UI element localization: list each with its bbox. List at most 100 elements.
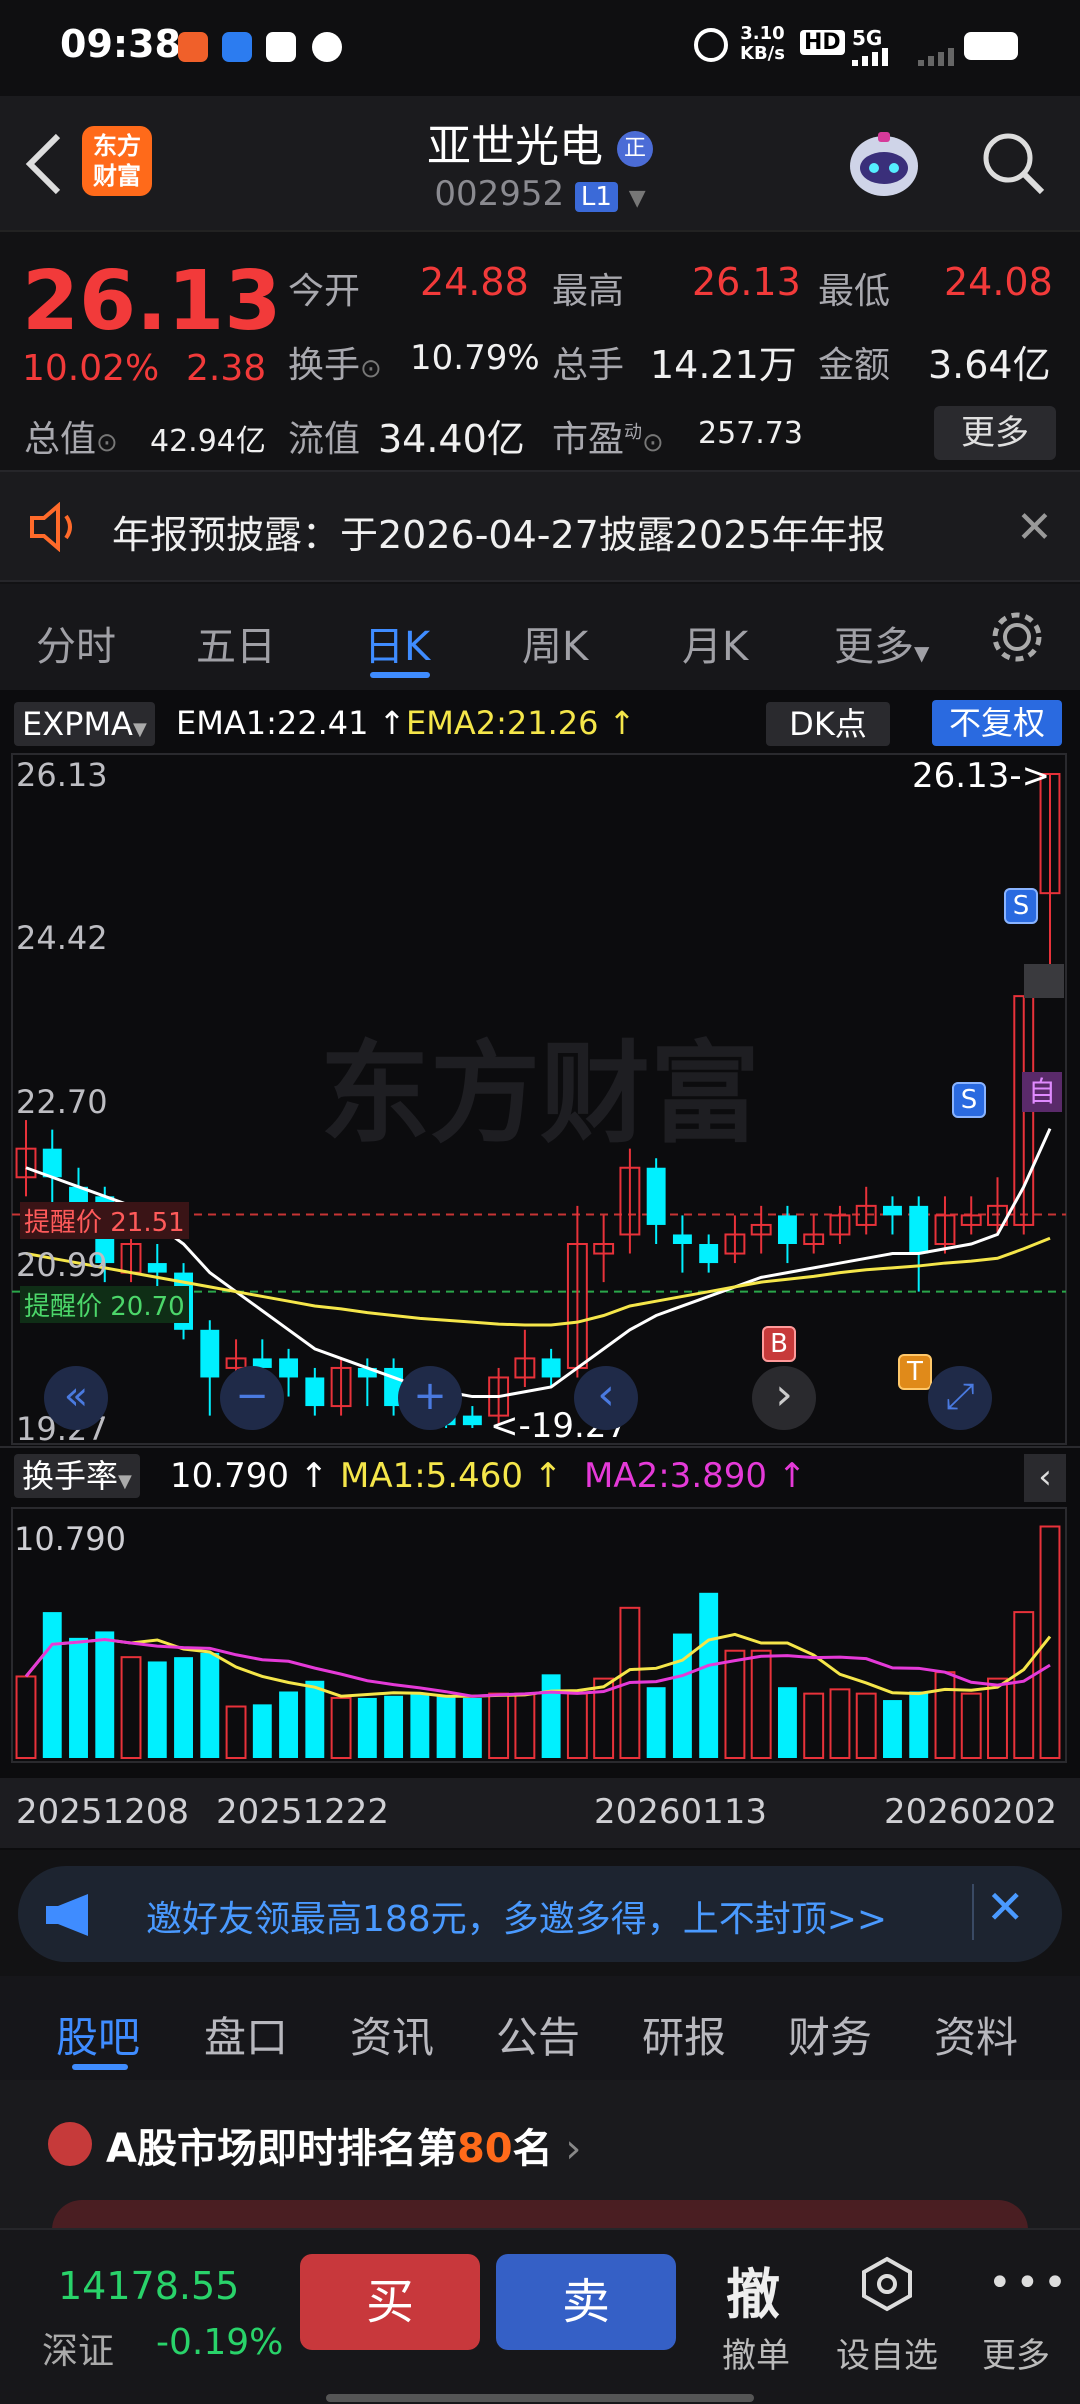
tab-intraday[interactable]: 分时 xyxy=(36,614,116,672)
turnover-bar xyxy=(987,1677,1008,1759)
index-name: 深证 xyxy=(42,2331,115,2372)
more-dots-icon[interactable]: ••• xyxy=(988,2260,1071,2306)
signal-bars-icon xyxy=(852,48,898,66)
ema2-value: EMA2:21.26 ↑ xyxy=(406,704,636,742)
invite-banner[interactable]: 邀好友领最高188元，多邀多得，上不封顶>> ✕ xyxy=(18,1866,1062,1962)
turnover-bar xyxy=(147,1661,167,1758)
candle-body xyxy=(200,1329,220,1378)
turnover-bar xyxy=(883,1700,902,1758)
zoom-in-button[interactable]: + xyxy=(398,1366,462,1430)
notice-bar[interactable]: 年报预披露：于2026-04-27披露2025年年报 ✕ xyxy=(0,470,1080,582)
turnover-bar xyxy=(69,1637,88,1758)
last-price-label: 26.13-> xyxy=(912,756,1051,796)
tab-news[interactable]: 资讯 xyxy=(350,2004,434,2065)
signal-bars-2-icon xyxy=(918,48,958,66)
volume-label: 总手 xyxy=(552,345,625,386)
collapse-panel-button[interactable]: ‹ xyxy=(1024,1454,1066,1502)
amount-value: 3.64亿 xyxy=(928,343,1051,387)
info-icon: ⊙ xyxy=(96,428,118,458)
self-select-marker[interactable]: 自 xyxy=(1022,1072,1062,1112)
alert-price-2[interactable]: 提醒价 20.70 xyxy=(20,1286,189,1323)
volume-value: 14.21万 xyxy=(650,343,797,387)
tab-daily-k[interactable]: 日K xyxy=(364,614,430,672)
cancel-order-icon[interactable]: 撤 xyxy=(726,2250,780,2329)
pe-value: 257.73 xyxy=(698,416,803,451)
market-rank-card[interactable]: A股市场即时排名第80名 › xyxy=(0,2080,1080,2230)
move-left-button[interactable]: ‹ xyxy=(574,1366,638,1430)
add-watchlist-icon[interactable] xyxy=(860,2256,914,2316)
kline-chart-area[interactable]: EXPMA▼ EMA1:22.41 ↑ EMA2:21.26 ↑ DK点 不复权… xyxy=(0,690,1080,1850)
tab-announcements[interactable]: 公告 xyxy=(496,2004,580,2065)
tab-research[interactable]: 研报 xyxy=(642,2004,726,2065)
date-label: 20251222 xyxy=(216,1792,390,1832)
sell-signal-marker[interactable]: S xyxy=(952,1082,986,1118)
close-icon[interactable]: ✕ xyxy=(986,1880,1025,1934)
close-icon[interactable]: ✕ xyxy=(1016,502,1053,553)
candle-body xyxy=(646,1167,666,1225)
turnover-bar xyxy=(646,1687,666,1758)
kline-period-tabs: 分时 五日 日K 周K 月K 更多▼ xyxy=(0,584,1080,690)
turnover-bar xyxy=(42,1612,62,1758)
turnover-bar xyxy=(305,1680,325,1758)
turnover-bar xyxy=(200,1652,220,1758)
info-icon: ⊙ xyxy=(360,354,382,384)
adjust-button[interactable]: 不复权 xyxy=(932,700,1062,746)
turnover-bar xyxy=(777,1687,797,1758)
rank-text: A股市场即时排名第80名 › xyxy=(106,2126,582,2172)
status-time: 09:38 xyxy=(60,22,181,66)
tab-pankou[interactable]: 盘口 xyxy=(204,2004,288,2065)
tab-more[interactable]: 更多▼ xyxy=(834,614,929,672)
change-pct: 10.02% xyxy=(22,348,160,389)
candle-body xyxy=(279,1358,299,1378)
add-watchlist-label[interactable]: 设自选 xyxy=(836,2328,938,2377)
more-label[interactable]: 更多 xyxy=(982,2328,1050,2377)
net-speed: 3.10 KB/s xyxy=(740,23,785,64)
high-label: 最高 xyxy=(552,271,625,312)
chevron-down-icon: ▼ xyxy=(132,719,147,740)
tab-finance[interactable]: 财务 xyxy=(788,2004,872,2065)
pe-label: 市盈动⊙ xyxy=(552,419,664,460)
turnover-rate-value: 10.790 ↑ xyxy=(170,1456,329,1496)
settings-gear-icon[interactable] xyxy=(990,610,1044,668)
alert-price-1[interactable]: 提醒价 21.51 xyxy=(20,1202,189,1239)
more-quote-button[interactable]: 更多 xyxy=(934,406,1056,460)
divider xyxy=(0,1446,1080,1448)
sell-button[interactable]: 卖 xyxy=(496,2254,676,2350)
stock-code: 002952 xyxy=(434,174,565,214)
t-signal-marker[interactable]: T xyxy=(898,1354,932,1390)
hd-icon: HD xyxy=(800,30,845,55)
tab-guba[interactable]: 股吧 xyxy=(56,2004,140,2065)
tab-profile[interactable]: 资料 xyxy=(934,2004,1018,2065)
content-tabs: 股吧 盘口 资讯 公告 研报 财务 资料 xyxy=(0,1976,1080,2080)
tab-five-day[interactable]: 五日 xyxy=(196,614,276,672)
robot-assistant-icon[interactable] xyxy=(842,124,926,204)
sell-signal-marker[interactable]: S xyxy=(1004,888,1038,924)
indicator-select[interactable]: EXPMA▼ xyxy=(14,702,155,746)
buy-signal-marker[interactable]: B xyxy=(762,1326,796,1362)
prev-page-button[interactable]: « xyxy=(44,1366,108,1430)
search-icon[interactable] xyxy=(980,130,1046,200)
sub-indicator-select[interactable]: 换手率▼ xyxy=(14,1454,140,1498)
cancel-order-label[interactable]: 撤单 xyxy=(722,2328,790,2377)
tab-monthly-k[interactable]: 月K xyxy=(682,614,748,672)
turnover-label: 换手⊙ xyxy=(288,345,382,386)
notice-text: 年报预披露：于2026-04-27披露2025年年报 xyxy=(112,513,886,557)
turnover-bar xyxy=(330,1696,352,1760)
turnover-bar xyxy=(357,1697,377,1758)
turnover-bar xyxy=(1013,1611,1035,1760)
turnover-bar xyxy=(909,1691,929,1758)
tab-weekly-k[interactable]: 周K xyxy=(522,614,588,672)
zoom-out-button[interactable]: − xyxy=(220,1366,284,1430)
fullscreen-button[interactable]: ⤢ xyxy=(928,1366,992,1430)
move-right-button[interactable]: › xyxy=(752,1366,816,1430)
dk-point-button[interactable]: DK点 xyxy=(766,702,890,746)
turnover-bar xyxy=(934,1671,956,1760)
banner-text: 邀好友领最高188元，多邀多得，上不封顶>> xyxy=(146,1899,888,1940)
candle-body xyxy=(42,1148,62,1178)
buy-button[interactable]: 买 xyxy=(300,2254,480,2350)
turnover-bar xyxy=(566,1692,588,1760)
price-tick-label: 24.42 xyxy=(16,919,108,957)
index-value[interactable]: 14178.55 xyxy=(58,2264,239,2308)
turnover-bar xyxy=(855,1692,877,1760)
level-badge: L1 xyxy=(574,182,618,212)
